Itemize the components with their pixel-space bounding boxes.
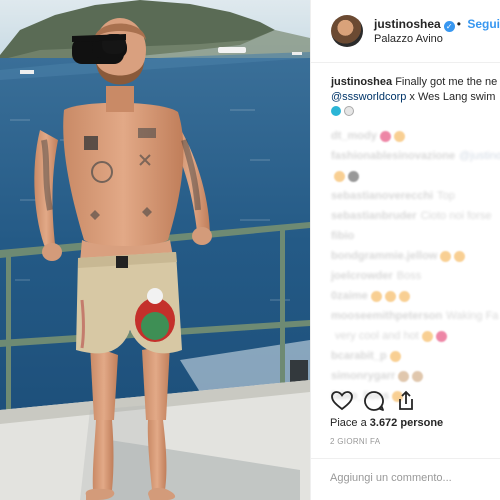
skull-emoji-icon (344, 106, 354, 116)
comment-row (331, 166, 500, 186)
comment-row: fashionablesinovazione @justino (331, 146, 500, 166)
post-photo[interactable] (0, 0, 310, 500)
avatar[interactable] (331, 15, 363, 47)
caption-text: Finally got me the ne (395, 76, 498, 88)
likes-suffix: persone (400, 417, 444, 429)
comment-text[interactable]: @justino (459, 150, 500, 162)
share-icon[interactable] (394, 389, 418, 413)
comment-row: bcarabit_p (331, 346, 500, 366)
header-info: justinoshea ✓ • Segui Palazzo Avino (374, 16, 500, 47)
header-separator: • (456, 16, 461, 31)
comment-username[interactable]: simonrygarr (331, 370, 395, 382)
comment-username[interactable]: sebastianoverecchi (331, 190, 433, 202)
comment-username[interactable]: joelcrowder (331, 270, 393, 282)
comment-username[interactable]: fashionablesinovazione (331, 150, 455, 162)
comment-row: joelcrowder Boss (331, 266, 500, 286)
comment-emoji-icon (393, 130, 405, 142)
add-comment-bar (310, 458, 500, 500)
comment-row: bondgrammie.jellow (331, 246, 500, 266)
location-link[interactable]: Palazzo Avino (374, 32, 500, 47)
comment-emoji-icon (384, 290, 396, 302)
heart-icon[interactable] (330, 389, 354, 413)
comment-username[interactable]: bondgrammie.jellow (331, 250, 437, 262)
caption-username[interactable]: justinoshea (331, 76, 392, 88)
post-image (0, 0, 310, 500)
comment-text: Waking Fa (446, 310, 499, 322)
comment-emoji-icon (389, 350, 401, 362)
comment-emoji-icon (454, 250, 466, 262)
comment-row: mooseemithpeterson Waking Fa (331, 306, 500, 326)
comment-row: very cool and hot (331, 326, 500, 346)
likes-count[interactable]: Piace a 3.672 persone (330, 417, 443, 429)
comment-emoji-icon (440, 250, 452, 262)
comment-text: Boss (396, 270, 422, 282)
likes-prefix: Piace a (330, 417, 367, 429)
comment-emoji-icon (370, 290, 382, 302)
comment-row: simonrygarr (331, 366, 500, 386)
comment-username[interactable]: bcarabit_p (331, 350, 387, 362)
add-comment-input[interactable] (330, 472, 490, 484)
comment-emoji-icon (412, 370, 424, 382)
comment-username[interactable]: 0zaime (331, 290, 368, 302)
caption-mention[interactable]: @sssworldcorp (331, 91, 406, 103)
comment-icon[interactable] (362, 389, 386, 413)
comment-text: very cool and hot (335, 330, 419, 342)
comment-text: Top (437, 190, 455, 202)
comment-emoji-icon (348, 170, 359, 182)
comment-row: sebastianbruder Cioto noi forse (331, 206, 500, 226)
comment-text: Cioto noi forse (420, 210, 492, 222)
follow-button[interactable]: Segui (467, 17, 500, 31)
comment-username[interactable]: dt_mody (331, 130, 377, 142)
post-caption: justinoshea Finally got me the ne @ssswo… (311, 63, 500, 120)
comment-username[interactable]: sebastianbruder (331, 210, 417, 222)
comment-emoji-icon (398, 290, 410, 302)
post-header: justinoshea ✓ • Segui Palazzo Avino (311, 0, 500, 63)
comment-row: dt_mody (331, 126, 500, 146)
comment-list: dt_mody fashionablesinovazione @justino seb… (311, 120, 500, 406)
post-date[interactable]: 2 GIORNI FA (330, 437, 380, 446)
likes-number: 3.672 (369, 417, 398, 429)
caption-text-2: x Wes Lang swim (409, 91, 496, 103)
verified-badge-icon: ✓ (443, 20, 455, 32)
post-actions (330, 389, 418, 413)
globe-emoji-icon (331, 106, 341, 116)
comment-username[interactable]: mooseemithpeterson (331, 310, 442, 322)
header-username[interactable]: justinoshea (374, 17, 441, 31)
comment-emoji-icon (334, 170, 345, 182)
comment-row: 0zaime (331, 286, 500, 306)
comment-emoji-icon (379, 130, 391, 142)
comment-row: sebastianoverecchi Top (331, 186, 500, 206)
comment-emoji-icon (398, 370, 410, 382)
comment-row: fibio (331, 226, 500, 246)
comment-emoji-icon (435, 330, 447, 342)
comment-emoji-icon (421, 330, 433, 342)
comment-username[interactable]: fibio (331, 230, 354, 242)
